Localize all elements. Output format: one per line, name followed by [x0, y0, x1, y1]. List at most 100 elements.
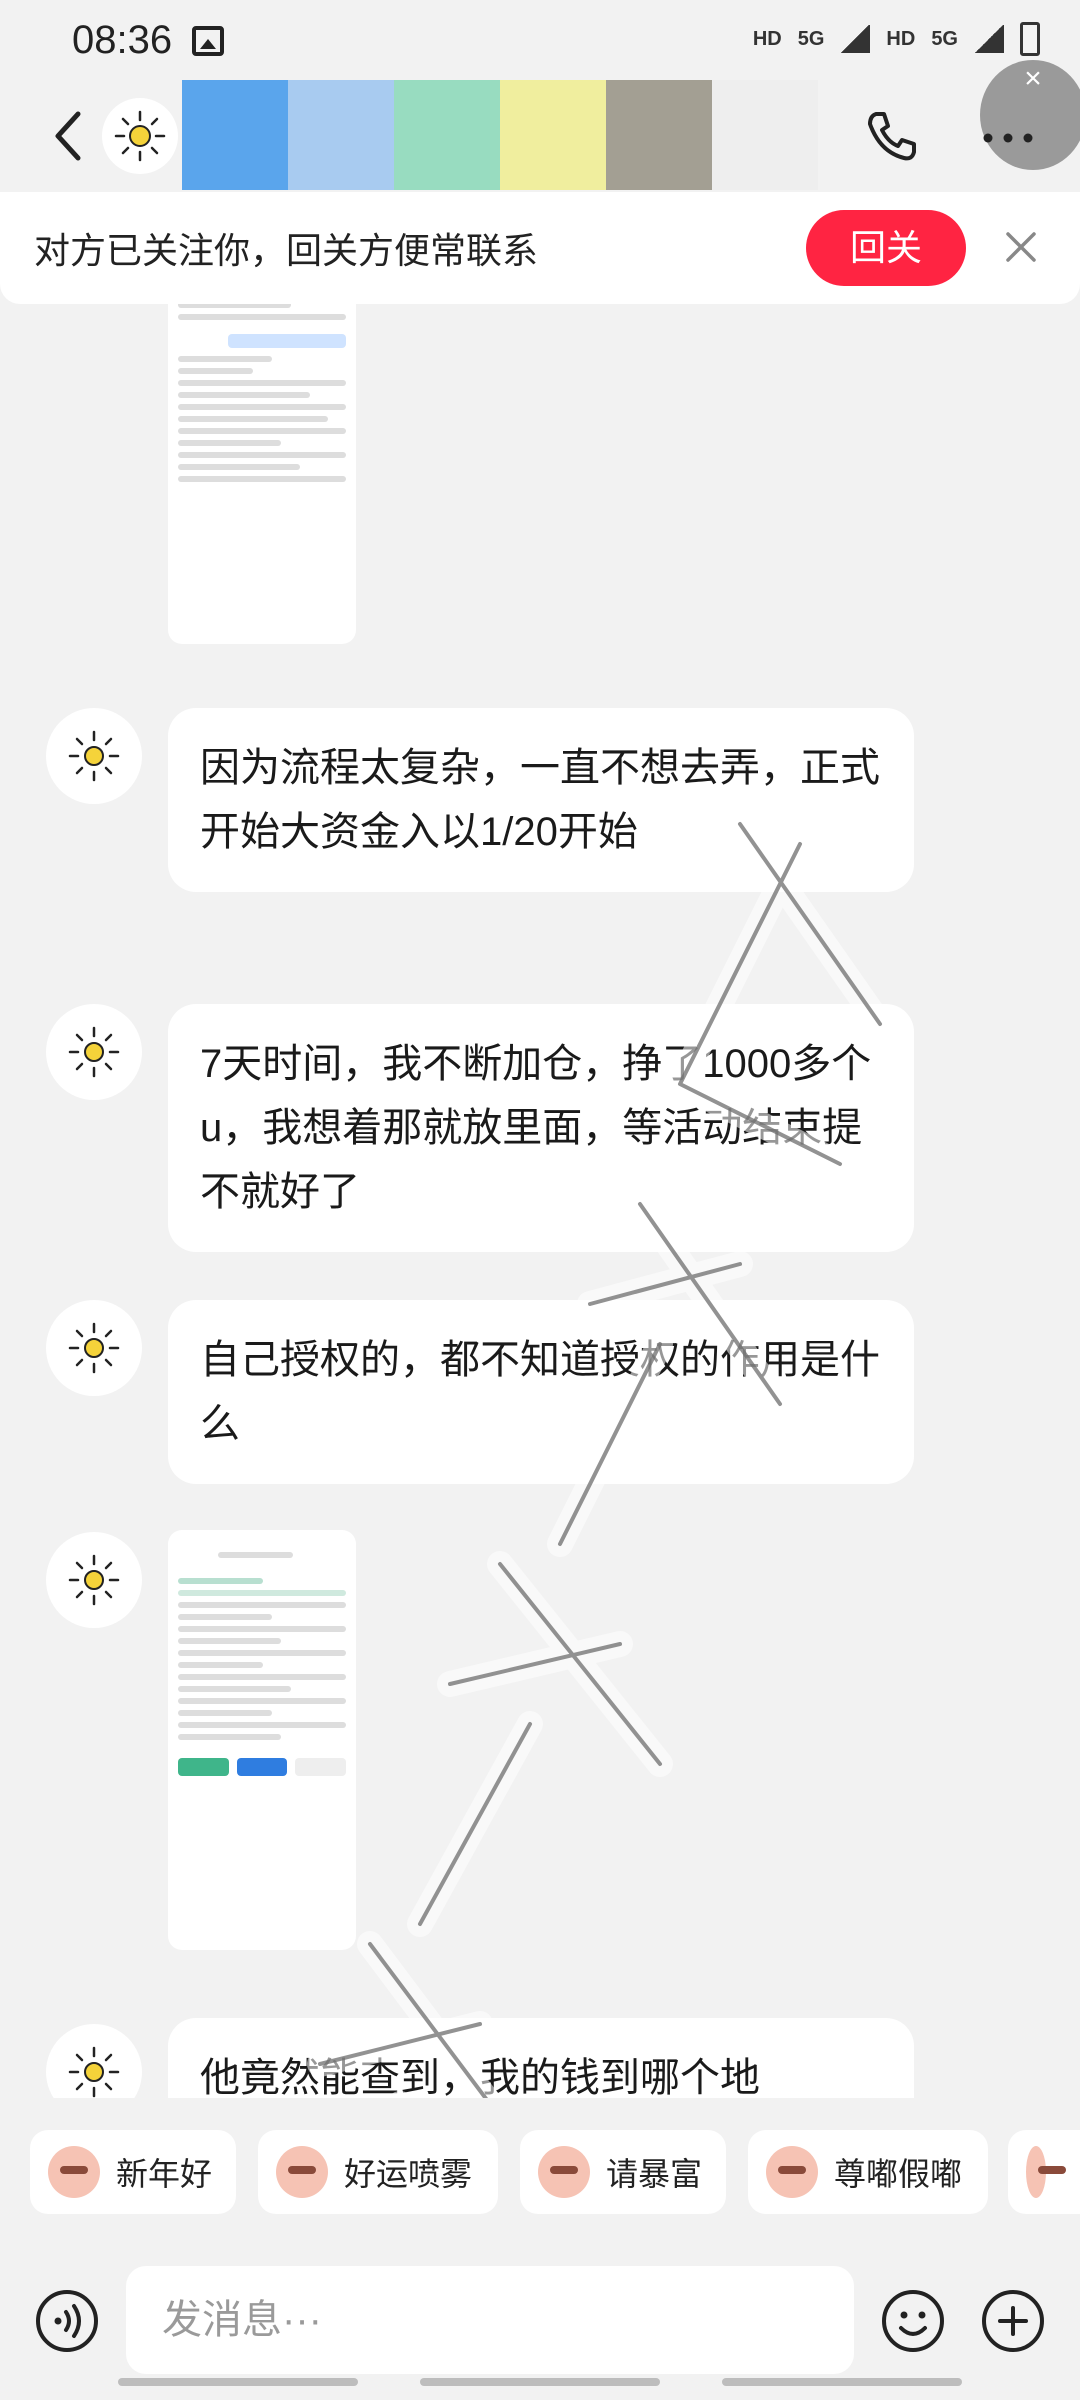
- chat-header: ×: [0, 60, 1080, 190]
- quick-reply-chip[interactable]: 请暴富: [520, 2130, 726, 2214]
- image-button-blue: [236, 1758, 288, 1776]
- more-options-icon[interactable]: [978, 108, 1038, 168]
- sun-icon: [68, 1554, 120, 1606]
- message-bubble[interactable]: 自己授权的，都不知道授权的作用是什么: [168, 1300, 914, 1484]
- image-content-line: [178, 1734, 282, 1740]
- message-image-chat-screenshot[interactable]: [168, 304, 356, 644]
- signal-icon-2: [974, 25, 1004, 53]
- strip-block-5: [606, 80, 712, 190]
- emoji-icon[interactable]: [880, 2288, 946, 2354]
- image-sent-bubble: [228, 334, 346, 348]
- voice-input-icon[interactable]: [34, 2288, 100, 2354]
- quick-reply-label: 好运喷雾: [344, 2156, 473, 2192]
- follow-banner-text: 对方已关注你，回关方便常联系: [34, 230, 539, 271]
- status-time: 08:36: [72, 18, 173, 62]
- sticker-icon: [766, 2146, 818, 2198]
- image-content-line: [178, 428, 346, 434]
- close-icon[interactable]: [996, 222, 1046, 272]
- image-transaction-row: [178, 1602, 346, 1608]
- strip-block-2: [288, 80, 394, 190]
- sun-icon: [114, 110, 166, 162]
- image-content-line: [178, 476, 346, 482]
- image-tab-line: [178, 1578, 263, 1584]
- image-content-line: [178, 1710, 272, 1716]
- strip-block-3: [394, 80, 500, 190]
- message-bubble[interactable]: 7天时间，我不断加仓，挣了1000多个u，我想着那就放里面，等活动结束提不就好了: [168, 1004, 914, 1252]
- image-button-grey: [295, 1758, 347, 1776]
- message-bubble[interactable]: 因为流程太复杂，一直不想去弄，正式开始大资金入以1/20开始: [168, 708, 914, 892]
- follow-back-banner: 对方已关注你，回关方便常联系 回关: [0, 192, 1080, 304]
- message-image-wallet-screenshot[interactable]: [168, 1530, 356, 1950]
- sender-avatar[interactable]: [46, 708, 142, 804]
- strip-block-6: [712, 80, 818, 190]
- image-content-line: [178, 1590, 346, 1596]
- message-input-bar: [0, 2248, 1080, 2400]
- image-content-line: [178, 368, 254, 374]
- sender-avatar[interactable]: [46, 2024, 142, 2098]
- image-content-line: [178, 1662, 263, 1668]
- quick-reply-chip[interactable]: 尊嘟假嘟: [748, 2130, 988, 2214]
- network-indicator-2: 5G: [931, 27, 958, 50]
- sun-icon: [68, 1322, 120, 1374]
- hd-indicator-2: HD: [886, 27, 916, 50]
- image-transaction-row: [178, 1626, 346, 1632]
- quick-reply-chip-partial[interactable]: [1008, 2130, 1080, 2214]
- image-content-line: [178, 1686, 291, 1692]
- sender-avatar[interactable]: [46, 1300, 142, 1396]
- signal-icon: [840, 25, 871, 53]
- sender-avatar[interactable]: [46, 1004, 142, 1100]
- battery-icon: [1020, 22, 1040, 56]
- message-input[interactable]: [126, 2266, 854, 2374]
- sticker-icon: [1026, 2146, 1066, 2198]
- quick-reply-label: 新年好: [116, 2156, 213, 2192]
- image-title-line: [218, 1552, 294, 1558]
- quick-reply-chip[interactable]: 新年好: [30, 2130, 236, 2214]
- image-transaction-row: [178, 1698, 346, 1704]
- message-list[interactable]: 因为流程太复杂，一直不想去弄，正式开始大资金入以1/20开始 7天时间，我不断加…: [0, 304, 1080, 2098]
- image-transaction-row: [178, 1722, 346, 1728]
- image-content-line: [178, 404, 346, 410]
- quick-reply-bar: 新年好 好运喷雾 请暴富 尊嘟假嘟: [0, 2098, 1080, 2248]
- image-bottom-buttons: [178, 1758, 347, 1776]
- plus-icon[interactable]: [980, 2288, 1046, 2354]
- nav-hint-bar: [420, 2378, 660, 2386]
- sticker-icon: [538, 2146, 590, 2198]
- image-content-line: [178, 392, 310, 398]
- image-content-line: [178, 452, 346, 458]
- strip-block-1: [182, 80, 288, 190]
- follow-back-button[interactable]: 回关: [806, 210, 966, 286]
- sun-icon: [68, 2046, 120, 2098]
- nav-hint-bar: [722, 2378, 962, 2386]
- sender-avatar[interactable]: [46, 1532, 142, 1628]
- phone-call-icon[interactable]: [862, 106, 922, 166]
- hd-indicator-1: HD: [752, 27, 782, 50]
- nav-hint-bar: [118, 2378, 358, 2386]
- quick-reply-label: 尊嘟假嘟: [834, 2156, 963, 2192]
- redacted-name-strip: ×: [182, 60, 1080, 190]
- sticker-icon: [48, 2146, 100, 2198]
- image-content-line: [178, 314, 346, 320]
- image-content-line: [178, 464, 301, 470]
- quick-reply-label: 请暴富: [606, 2156, 703, 2192]
- back-arrow-icon[interactable]: [40, 106, 100, 166]
- quick-reply-chip[interactable]: 好运喷雾: [258, 2130, 498, 2214]
- image-content-line: [178, 380, 346, 386]
- network-indicator-1: 5G: [797, 27, 825, 50]
- image-content-line: [178, 1638, 282, 1644]
- image-content-line: [178, 440, 282, 446]
- contact-avatar[interactable]: [102, 98, 178, 174]
- sun-icon: [68, 730, 120, 782]
- image-transaction-row: [178, 1650, 346, 1656]
- image-content-line: [178, 356, 272, 362]
- image-transaction-row: [178, 1674, 346, 1680]
- image-content-line: [178, 1614, 272, 1620]
- status-indicators: HD 5G HD 5G: [753, 22, 1040, 56]
- image-content-line: [178, 416, 329, 422]
- message-bubble[interactable]: 他竟然能查到，我的钱到哪个地: [168, 2018, 914, 2098]
- gallery-icon: [192, 26, 224, 56]
- image-content-line: [178, 304, 291, 308]
- image-button-green: [178, 1758, 229, 1776]
- strip-block-4: [500, 80, 606, 190]
- sun-icon: [68, 1026, 120, 1078]
- sticker-icon: [276, 2146, 328, 2198]
